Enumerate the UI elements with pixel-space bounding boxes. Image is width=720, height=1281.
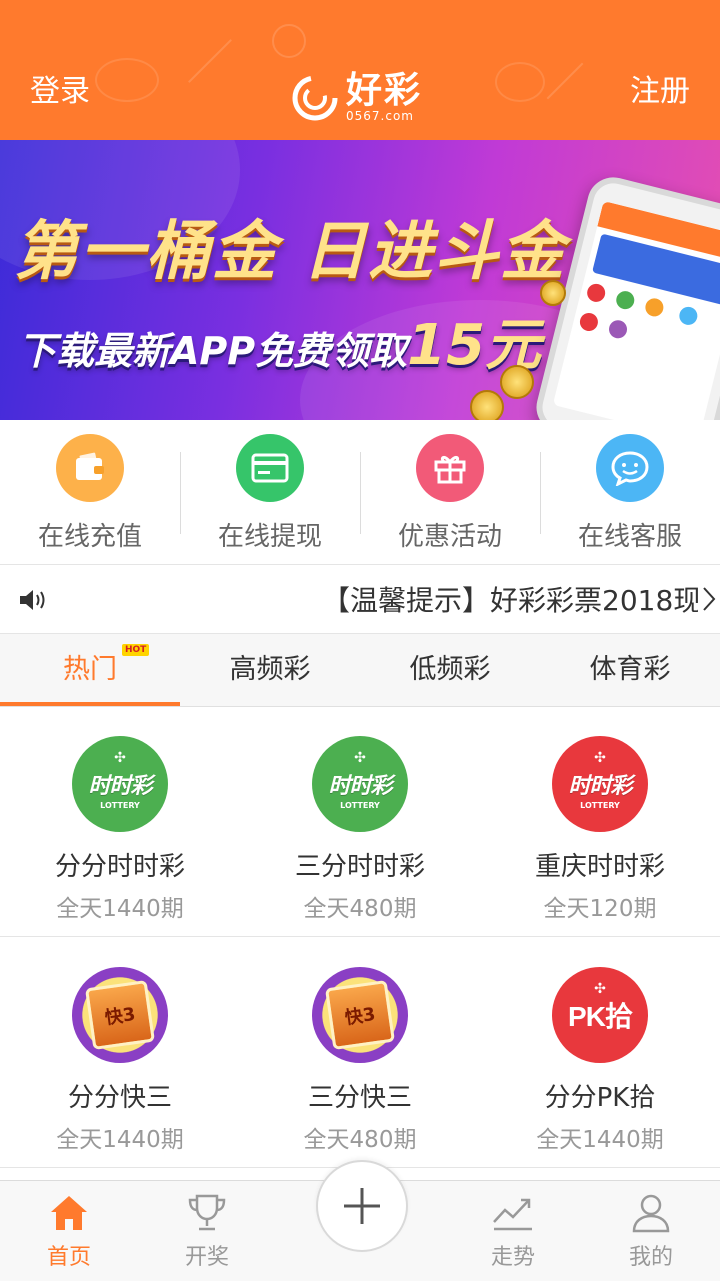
tab-sports[interactable]: 体育彩 <box>540 634 720 706</box>
quick-action-support[interactable]: 在线客服 <box>540 420 720 564</box>
game-name: 重庆时时彩 <box>534 852 665 882</box>
tab-hot[interactable]: 热门 HOT <box>0 634 180 706</box>
logo-swirl-icon <box>292 75 338 121</box>
home-icon <box>49 1191 89 1235</box>
game-item[interactable]: ✣ 时时彩 LOTTERY 分分时时彩 全天1440期 <box>0 706 240 936</box>
game-draws: 全天480期 <box>303 896 417 922</box>
games-grid: ✣ 时时彩 LOTTERY 分分时时彩 全天1440期 ✣ 时时彩 LOTTER… <box>0 706 720 1168</box>
ssc-logo-icon: ✣ 时时彩 LOTTERY <box>312 736 408 832</box>
register-button[interactable]: 注册 <box>630 72 690 112</box>
game-logo-text: PK拾 <box>568 1001 633 1032</box>
logo-domain: 0567.com <box>346 109 414 123</box>
game-logo-sub: LOTTERY <box>580 801 620 810</box>
category-tabs: 热门 HOT 高频彩 低频彩 体育彩 <box>0 634 720 707</box>
nav-label: 开奖 <box>184 1245 229 1270</box>
smile-chat-icon <box>596 434 664 502</box>
tab-high-frequency[interactable]: 高频彩 <box>180 634 360 706</box>
game-logo-text: 快3 <box>103 1003 137 1030</box>
game-name: 分分快三 <box>67 1083 172 1113</box>
plus-icon <box>344 1188 380 1224</box>
coin-decoration <box>540 280 566 306</box>
notice-text: 【温馨提示】好彩彩票2018现 <box>322 584 702 617</box>
user-icon <box>631 1191 671 1235</box>
app-header: 登录 好彩 0567.com 注册 <box>0 0 720 140</box>
add-button[interactable] <box>316 1160 408 1252</box>
game-name: 三分快三 <box>307 1083 412 1113</box>
promo-banner[interactable]: 第一桶金 日进斗金 下载最新APP免费领取15元 <box>0 140 720 420</box>
game-name: 三分时时彩 <box>294 852 425 882</box>
game-draws: 全天1440期 <box>56 1127 184 1153</box>
game-logo-sub: LOTTERY <box>100 801 140 810</box>
trophy-icon <box>186 1191 228 1235</box>
tab-label: 热门 <box>63 654 117 685</box>
app-logo: 好彩 0567.com <box>290 70 422 126</box>
header-decoration <box>95 58 159 102</box>
games-row: 快3 分分快三 全天1440期 快3 三分快三 全天480期 ✣ PK拾 分分P… <box>0 937 720 1168</box>
game-draws: 全天120期 <box>543 896 657 922</box>
game-logo-text: 时时彩 <box>568 774 632 799</box>
login-button[interactable]: 登录 <box>30 72 90 112</box>
chevron-right-icon <box>698 575 720 623</box>
logo-text: 好彩 <box>346 70 423 111</box>
nav-label: 走势 <box>490 1245 535 1270</box>
wallet-icon <box>56 434 124 502</box>
game-item[interactable]: 快3 分分快三 全天1440期 <box>0 937 240 1167</box>
game-name: 分分时时彩 <box>54 852 185 882</box>
tab-label: 低频彩 <box>409 654 491 685</box>
game-draws: 全天480期 <box>303 1127 417 1153</box>
quick-action-withdraw[interactable]: 在线提现 <box>180 420 360 564</box>
game-logo-text: 快3 <box>343 1003 377 1030</box>
nav-label: 首页 <box>46 1245 91 1270</box>
trend-icon <box>491 1191 535 1235</box>
ssc-logo-icon: ✣ 时时彩 LOTTERY <box>552 736 648 832</box>
card-icon <box>236 434 304 502</box>
nav-profile[interactable]: 我的 <box>582 1181 720 1281</box>
game-logo-text: 时时彩 <box>88 774 152 799</box>
game-item[interactable]: 快3 三分快三 全天480期 <box>240 937 480 1167</box>
header-decoration <box>188 39 232 83</box>
banner-subtitle: 下载最新APP免费领取15元 <box>18 300 541 381</box>
tab-label: 体育彩 <box>589 654 671 685</box>
nav-results[interactable]: 开奖 <box>138 1181 276 1281</box>
tab-label: 高频彩 <box>229 654 311 685</box>
game-item[interactable]: ✣ PK拾 分分PK拾 全天1440期 <box>480 937 720 1167</box>
quick-action-promotions[interactable]: 优惠活动 <box>360 420 540 564</box>
game-logo-text: 时时彩 <box>328 774 392 799</box>
game-draws: 全天1440期 <box>56 896 184 922</box>
k3-logo-icon: 快3 <box>72 967 168 1063</box>
gift-icon <box>416 434 484 502</box>
game-draws: 全天1440期 <box>536 1127 664 1153</box>
header-decoration <box>272 24 306 58</box>
banner-title: 第一桶金 日进斗金 <box>14 215 567 289</box>
coin-decoration <box>470 390 504 420</box>
quick-action-label: 在线提现 <box>217 522 322 552</box>
game-item[interactable]: ✣ 时时彩 LOTTERY 三分时时彩 全天480期 <box>240 706 480 936</box>
quick-actions: 在线充值 在线提现 优惠活动 在线客服 <box>0 420 720 565</box>
quick-action-label: 优惠活动 <box>397 522 502 552</box>
nav-trends[interactable]: 走势 <box>444 1181 582 1281</box>
game-name: 分分PK拾 <box>544 1083 656 1113</box>
hot-badge: HOT <box>122 644 150 656</box>
games-row: ✣ 时时彩 LOTTERY 分分时时彩 全天1440期 ✣ 时时彩 LOTTER… <box>0 706 720 937</box>
nav-home[interactable]: 首页 <box>0 1181 138 1281</box>
quick-action-label: 在线充值 <box>37 522 142 552</box>
k3-logo-icon: 快3 <box>312 967 408 1063</box>
banner-subtitle-text: 下载最新APP免费领取 <box>18 329 408 373</box>
pk10-logo-icon: ✣ PK拾 <box>552 967 648 1063</box>
header-decoration <box>495 62 545 102</box>
speaker-icon <box>20 590 45 610</box>
ssc-logo-icon: ✣ 时时彩 LOTTERY <box>72 736 168 832</box>
coin-decoration <box>500 365 534 399</box>
game-logo-sub: LOTTERY <box>340 801 380 810</box>
tab-low-frequency[interactable]: 低频彩 <box>360 634 540 706</box>
nav-label: 我的 <box>628 1245 673 1270</box>
notice-bar[interactable]: 【温馨提示】好彩彩票2018现 <box>0 565 720 634</box>
quick-action-recharge[interactable]: 在线充值 <box>0 420 180 564</box>
quick-action-label: 在线客服 <box>577 522 682 552</box>
header-decoration <box>546 62 584 100</box>
game-item[interactable]: ✣ 时时彩 LOTTERY 重庆时时彩 全天120期 <box>480 706 720 936</box>
